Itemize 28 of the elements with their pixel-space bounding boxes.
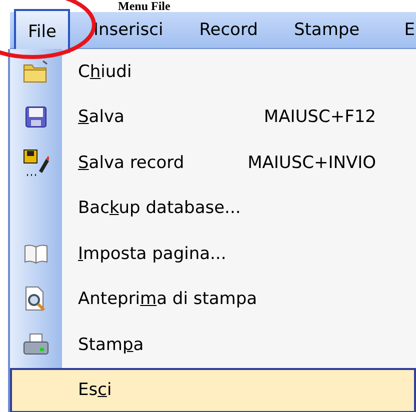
menu-item-label: Backup database... bbox=[78, 198, 241, 218]
menu-item[interactable]: Salva record MAIUSC+INVIO bbox=[10, 140, 416, 186]
menu-item[interactable]: Anteprima di stampa bbox=[10, 276, 416, 322]
menu-tab[interactable]: File bbox=[14, 9, 70, 53]
printer-icon bbox=[23, 332, 49, 357]
menu-tab[interactable]: E bbox=[391, 12, 416, 48]
folder-icon bbox=[23, 60, 49, 84]
menu-item-label: Chiudi bbox=[78, 62, 132, 82]
menu-item-label: Imposta pagina... bbox=[78, 244, 226, 264]
menu-item-label: Salva record bbox=[78, 152, 184, 173]
open-book-icon bbox=[24, 244, 48, 264]
menu-item[interactable]: Salva MAIUSC+F12 bbox=[10, 94, 416, 140]
menu-item-label: Stampa bbox=[78, 334, 144, 355]
shortcut-text: MAIUSC+INVIO bbox=[248, 152, 376, 173]
menu-tab[interactable]: Inserisci bbox=[80, 12, 176, 48]
menu-item[interactable]: Esci bbox=[10, 368, 416, 412]
page-heading: Menu File bbox=[118, 0, 172, 12]
menu-item-label: Esci bbox=[78, 380, 112, 400]
menu-tab[interactable]: Stampe bbox=[280, 12, 373, 48]
menu-item-label: Salva bbox=[78, 107, 124, 128]
menu-tab[interactable]: Record bbox=[186, 12, 271, 48]
menu-item[interactable]: Imposta pagina... bbox=[10, 231, 416, 276]
floppy-pencil-icon bbox=[23, 148, 49, 177]
menu-item-label: Anteprima di stampa bbox=[78, 289, 258, 310]
menu-item[interactable]: Stampa bbox=[10, 322, 416, 368]
page-magnifier-icon bbox=[24, 286, 48, 312]
shortcut-text: MAIUSC+F12 bbox=[264, 107, 376, 128]
menu-item[interactable]: Backup database... bbox=[10, 186, 416, 231]
